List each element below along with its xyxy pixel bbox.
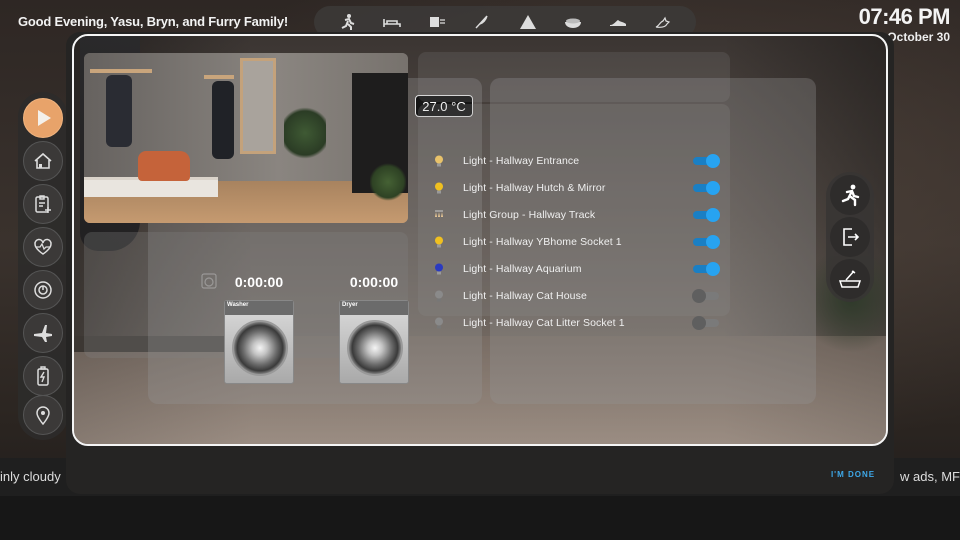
exit-button[interactable] (830, 217, 870, 257)
light-name: Light Group - Hallway Track (463, 209, 596, 221)
light-name: Light - Hallway YBhome Socket 1 (463, 236, 622, 248)
running-person-icon (841, 184, 860, 207)
bowl-icon[interactable] (562, 13, 584, 31)
light-toggle[interactable] (692, 235, 720, 249)
running-person-icon[interactable] (336, 13, 358, 31)
hallway-camera-feed[interactable] (84, 53, 408, 223)
meter-icon (34, 281, 52, 299)
light-toggle[interactable] (692, 289, 720, 303)
washer-label: Washer (227, 302, 249, 308)
tent-icon[interactable] (517, 13, 539, 31)
litter-button[interactable] (830, 259, 870, 299)
light-toggle[interactable] (692, 316, 720, 330)
bulb-icon (432, 181, 446, 195)
light-row[interactable]: Light - Hallway YBhome Socket 1 (432, 232, 720, 252)
light-name: Light - Hallway Entrance (463, 155, 580, 167)
light-toggle[interactable] (692, 262, 720, 276)
light-row[interactable]: Light - Hallway Aquarium (432, 259, 720, 279)
bulb-icon (432, 154, 446, 168)
location-button[interactable] (23, 395, 63, 435)
left-sidebar (18, 92, 68, 440)
play-button[interactable] (23, 98, 63, 138)
exit-door-icon (843, 228, 860, 246)
washer-button[interactable]: Washer (224, 300, 294, 384)
right-sidebar (826, 172, 874, 302)
ticker-news-text: w ads, MF (900, 469, 960, 484)
bulb-icon (432, 262, 446, 276)
house-icon (34, 152, 52, 169)
track-lights-icon (432, 208, 446, 222)
light-row[interactable]: Light - Hallway Hutch & Mirror (432, 178, 720, 198)
energy-button[interactable] (23, 356, 63, 396)
bed-icon[interactable] (381, 13, 403, 31)
light-row[interactable]: Light - Hallway Cat Litter Socket 1 (432, 313, 720, 333)
battery-charging-icon (37, 366, 49, 386)
lights-header-card (418, 52, 730, 102)
home-button[interactable] (23, 141, 63, 181)
light-toggle[interactable] (692, 208, 720, 222)
light-name: Light - Hallway Cat House (463, 290, 587, 302)
clipboard-add-icon (35, 195, 51, 213)
ticker-weather-text: inly cloudy (0, 469, 61, 484)
bottom-bar (0, 496, 960, 540)
done-button[interactable]: I'M DONE (822, 470, 884, 486)
dryer-timer: 0:00:00 (349, 274, 399, 290)
activity-button[interactable] (830, 175, 870, 215)
washer-drum (232, 320, 288, 376)
bulb-icon (432, 289, 446, 303)
light-toggle[interactable] (692, 154, 720, 168)
light-name: Light - Hallway Hutch & Mirror (463, 182, 606, 194)
bulb-icon (432, 316, 446, 330)
bulb-icon (432, 235, 446, 249)
light-name: Light - Hallway Aquarium (463, 263, 582, 275)
litter-box-icon (838, 270, 862, 288)
heartbeat-icon (34, 238, 52, 255)
washing-machine-icon (201, 273, 217, 289)
location-pin-icon (36, 406, 50, 426)
feather-icon[interactable] (471, 13, 493, 31)
tasks-button[interactable] (23, 184, 63, 224)
cat-icon[interactable] (652, 13, 674, 31)
heater-icon[interactable] (426, 13, 448, 31)
shoe-icon[interactable] (607, 13, 629, 31)
health-button[interactable] (23, 227, 63, 267)
washer-timer: 0:00:00 (234, 274, 284, 290)
light-row[interactable]: Light - Hallway Entrance (432, 151, 720, 171)
dryer-button[interactable]: Dryer (339, 300, 409, 384)
play-icon (38, 110, 51, 126)
dryer-drum (347, 320, 403, 376)
dryer-label: Dryer (342, 302, 358, 308)
meter-button[interactable] (23, 270, 63, 310)
light-row[interactable]: Light - Hallway Cat House (432, 286, 720, 306)
light-row[interactable]: Light Group - Hallway Track (432, 205, 720, 225)
light-name: Light - Hallway Cat Litter Socket 1 (463, 317, 625, 329)
clock-time: 07:46 PM (858, 4, 951, 29)
travel-button[interactable] (23, 313, 63, 353)
airplane-icon (34, 325, 52, 342)
greeting-text: Good Evening, Yasu, Bryn, and Furry Fami… (18, 14, 288, 29)
light-toggle[interactable] (692, 181, 720, 195)
